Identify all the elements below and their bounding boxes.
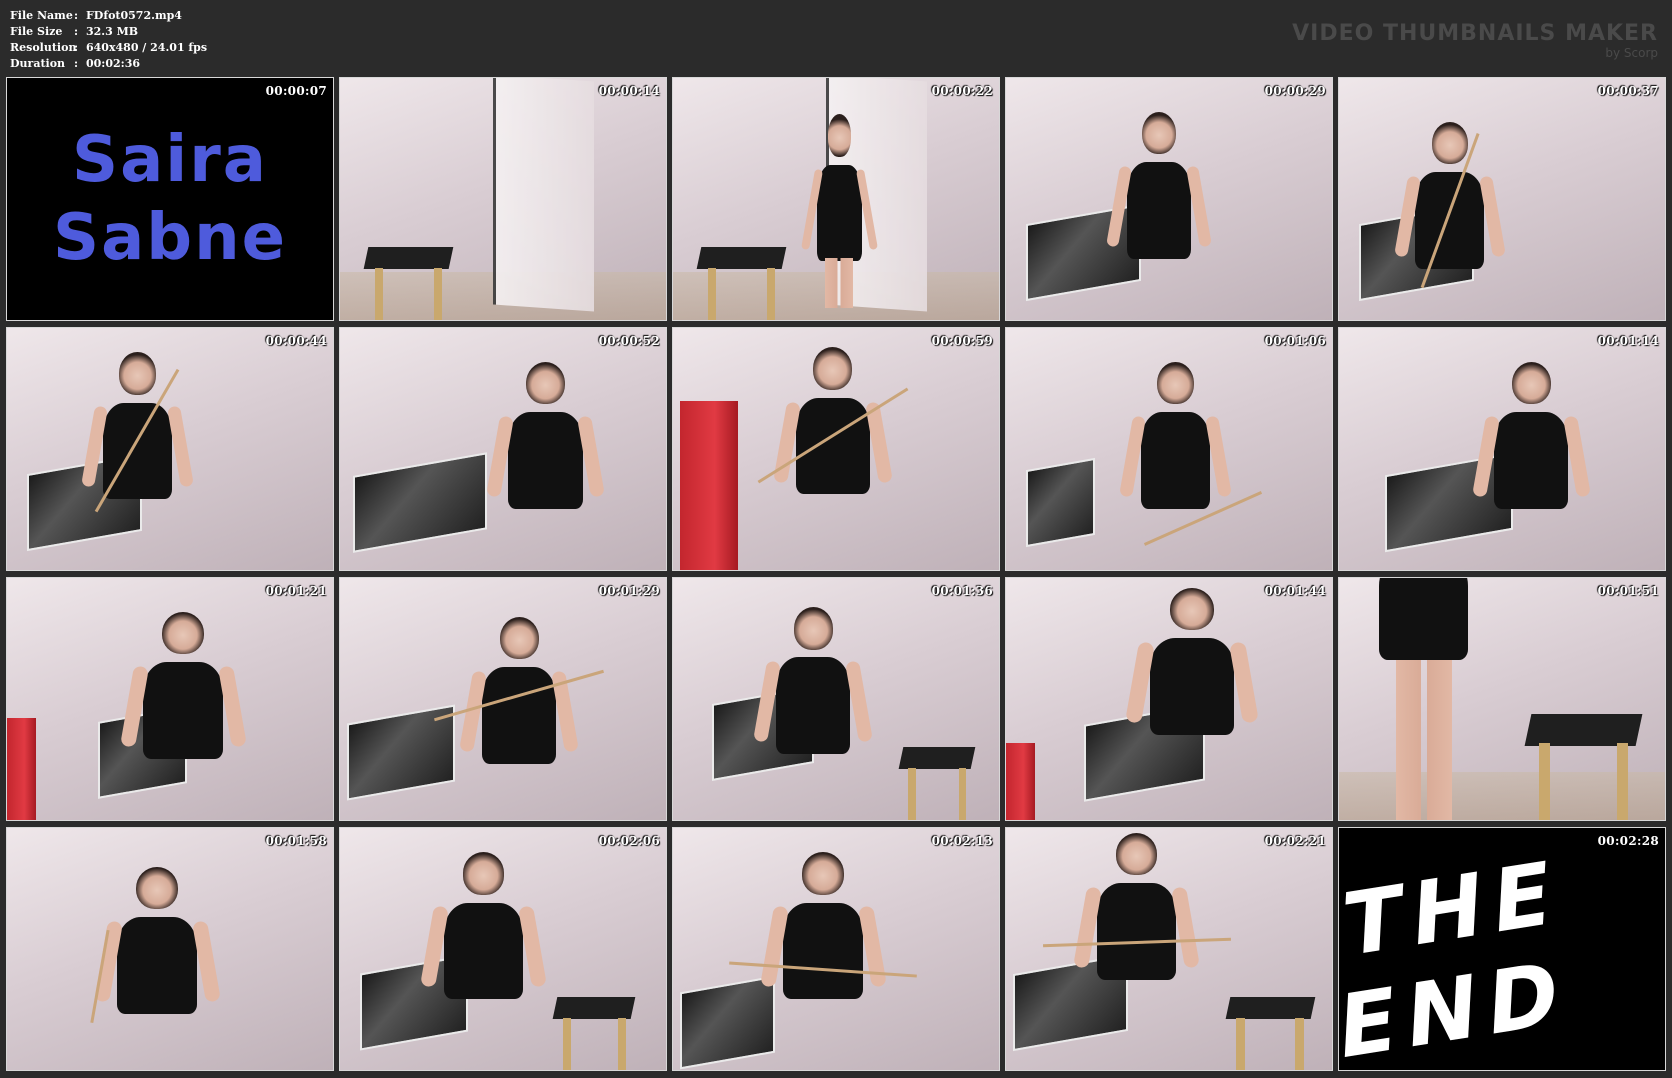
duration-value: 00:02:36: [86, 57, 141, 70]
file-name-label: File Name: [10, 9, 73, 22]
thumbnail-timestamp: 00:00:14: [598, 84, 660, 98]
separator: :: [74, 25, 79, 38]
person-figure: [1125, 587, 1259, 782]
stool: [1225, 997, 1315, 1070]
separator: :: [74, 9, 79, 22]
curtain: [7, 718, 37, 820]
thumbnail[interactable]: 00:00:14: [339, 77, 667, 321]
person-figure: [1393, 121, 1507, 316]
separator: :: [74, 41, 79, 54]
person-figure: [119, 611, 247, 806]
thumbnail[interactable]: 00:00:37: [1338, 77, 1666, 321]
thumbnail-timestamp: 00:00:59: [931, 334, 993, 348]
file-size-label: File Size: [10, 25, 63, 38]
thumbnail[interactable]: 00:01:58: [6, 827, 334, 1071]
thumbnail-timestamp: 00:01:21: [265, 584, 327, 598]
title-card-line2: Sabne: [52, 201, 288, 275]
poster: [1025, 458, 1095, 548]
thumbnail[interactable]: 00:02:21: [1005, 827, 1333, 1071]
thumbnail-timestamp: 00:00:37: [1597, 84, 1659, 98]
person-figure: [1471, 361, 1592, 556]
thumbnail-title-card[interactable]: Saira Sabne 00:00:07: [6, 77, 334, 321]
separator: :: [74, 57, 79, 70]
thumbnail-timestamp: 00:02:21: [1264, 834, 1326, 848]
thumbnail-timestamp: 00:00:44: [265, 334, 327, 348]
title-card: Saira Sabne: [7, 78, 333, 320]
thumbnail[interactable]: 00:01:21: [6, 577, 334, 821]
poster: [353, 452, 488, 553]
thumbnail-timestamp: 00:00:07: [265, 84, 327, 98]
duration-row: Duration : 00:02:36: [10, 56, 207, 72]
thumbnail-timestamp: 00:02:28: [1597, 834, 1659, 848]
thumbnail[interactable]: 00:01:36: [672, 577, 1000, 821]
file-size-value: 32.3 MB: [86, 25, 139, 38]
thumbnail-timestamp: 00:01:06: [1264, 334, 1326, 348]
person-figure: [1106, 111, 1212, 306]
thumbnail-timestamp: 00:01:51: [1597, 584, 1659, 598]
brand-title: VIDEO THUMBNAILS MAKER: [1292, 21, 1658, 46]
stool: [552, 997, 636, 1070]
person-figure: [753, 607, 873, 801]
thumbnail-timestamp: 00:00:22: [931, 84, 993, 98]
thumbnail-timestamp: 00:01:14: [1597, 334, 1659, 348]
stool: [696, 247, 787, 320]
end-card: THE END: [1339, 828, 1665, 1070]
thumbnail-timestamp: 00:01:36: [931, 584, 993, 598]
thumbnail[interactable]: 00:01:29: [339, 577, 667, 821]
curtain: [679, 400, 739, 570]
person-figure: [1119, 361, 1262, 556]
door: [493, 78, 595, 312]
file-name-value: FDfot0572.mp4: [86, 9, 182, 22]
person-figure: [757, 347, 909, 541]
end-card-text: THE END: [1339, 841, 1571, 1070]
title-card-line1: Saira: [72, 123, 268, 197]
brand-watermark: VIDEO THUMBNAILS MAKER by Scorp: [1292, 21, 1658, 61]
thumbnail[interactable]: 00:00:59: [672, 327, 1000, 571]
thumbnail[interactable]: 00:00:44: [6, 327, 334, 571]
person-figure: [1042, 832, 1231, 1027]
duration-label: Duration: [10, 57, 66, 70]
thumbnail[interactable]: 00:01:51: [1338, 577, 1666, 821]
thumbnail-timestamp: 00:01:58: [265, 834, 327, 848]
thumbnail[interactable]: 00:01:44: [1005, 577, 1333, 821]
thumbnail[interactable]: 00:02:13: [672, 827, 1000, 1071]
person-figure: [1365, 578, 1482, 820]
person-figure: [485, 361, 606, 556]
thumbnail-timestamp: 00:02:13: [931, 834, 993, 848]
thumbnail[interactable]: 00:01:14: [1338, 327, 1666, 571]
stool: [363, 247, 454, 320]
resolution-row: Resolution : 640x480 / 24.01 fps: [10, 40, 207, 56]
thumbnail[interactable]: 00:00:22: [672, 77, 1000, 321]
thumbnail[interactable]: 00:00:52: [339, 327, 667, 571]
resolution-value: 640x480 / 24.01 fps: [86, 41, 208, 54]
thumbnail-timestamp: 00:01:44: [1264, 584, 1326, 598]
resolution-label: Resolution: [10, 41, 77, 54]
thumbnail[interactable]: 00:00:29: [1005, 77, 1333, 321]
thumbnail-timestamp: 00:00:52: [598, 334, 660, 348]
thumbnail-timestamp: 00:02:06: [598, 834, 660, 848]
stool: [1524, 713, 1643, 820]
thumbnail-timestamp: 00:01:29: [598, 584, 660, 598]
brand-subtitle: by Scorp: [1605, 46, 1658, 60]
person-figure: [434, 616, 605, 811]
file-name-row: File Name : FDfot0572.mp4: [10, 8, 207, 24]
stool: [898, 747, 976, 820]
person-figure: [81, 352, 194, 546]
file-size-row: File Size : 32.3 MB: [10, 24, 207, 40]
curtain: [1006, 742, 1036, 820]
person-figure: [729, 852, 917, 1046]
person-figure: [89, 866, 221, 1061]
person-figure: [420, 852, 547, 1046]
thumbnail[interactable]: 00:01:06: [1005, 327, 1333, 571]
thumbnail-timestamp: 00:00:29: [1264, 84, 1326, 98]
thumbnail[interactable]: 00:02:06: [339, 827, 667, 1071]
thumbnail-grid: Saira Sabne 00:00:07 00:00:14 00:00:22 0…: [6, 77, 1668, 1071]
person-figure: [800, 114, 878, 308]
metadata-header: File Name : FDfot0572.mp4 File Size : 32…: [10, 8, 207, 72]
thumbnail-end-card[interactable]: THE END 00:02:28: [1338, 827, 1666, 1071]
poster: [679, 975, 775, 1069]
